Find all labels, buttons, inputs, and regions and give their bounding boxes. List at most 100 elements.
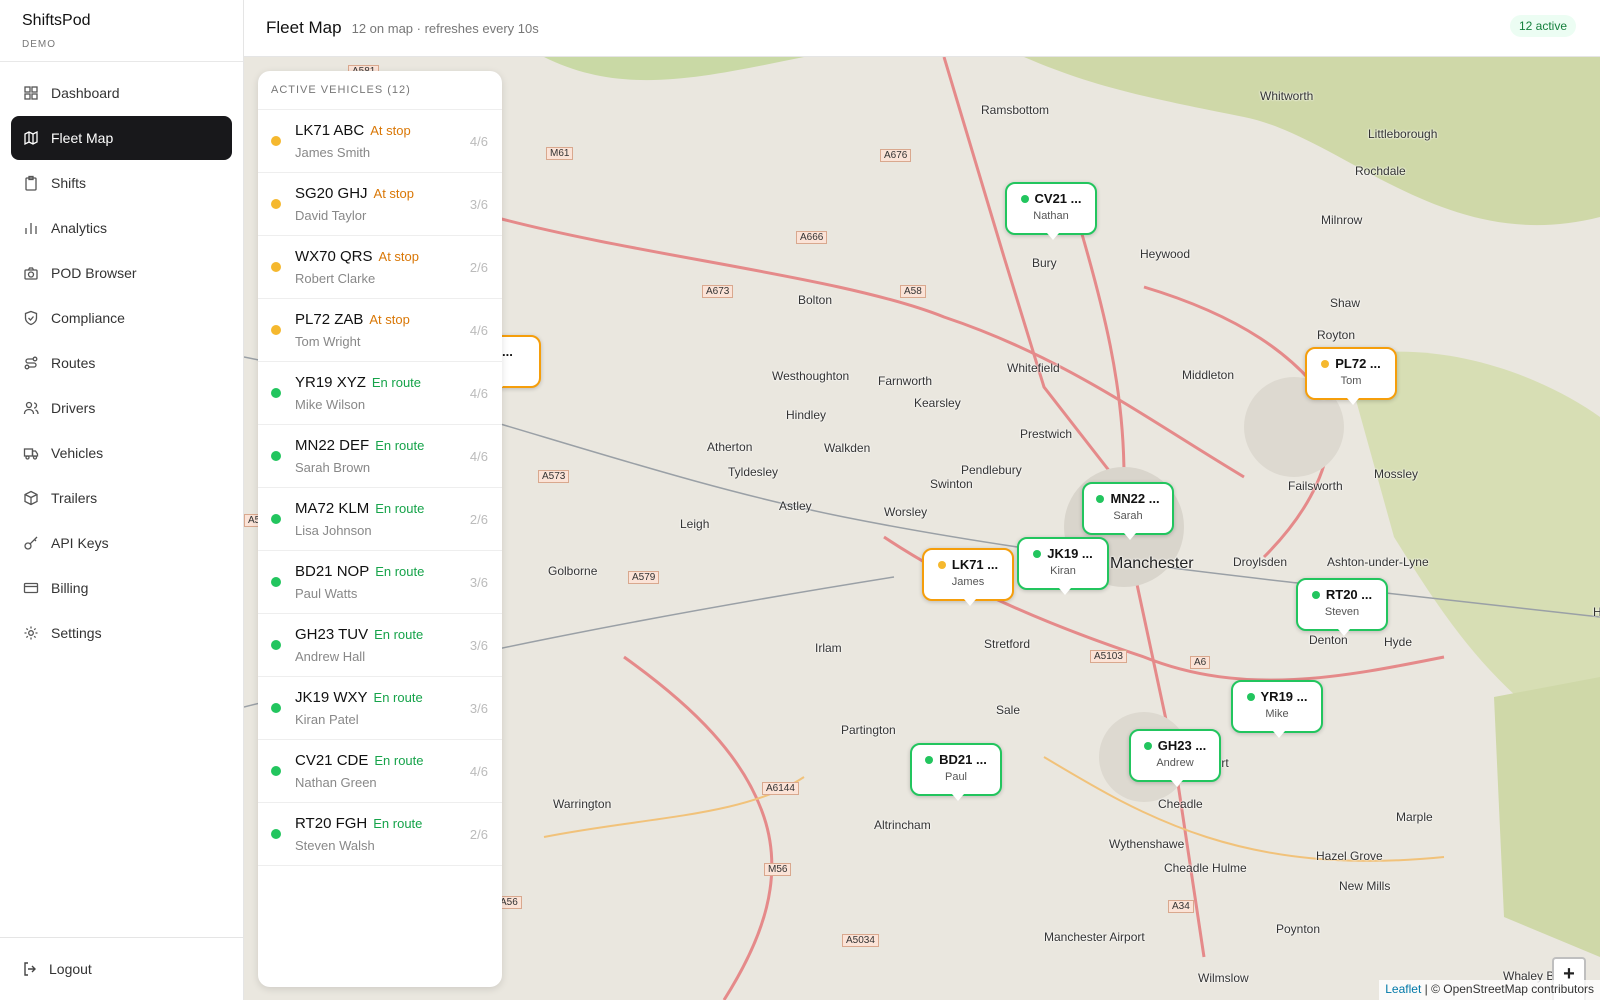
marker-label-row: GH23 ...: [1131, 738, 1219, 753]
vehicle-list-item[interactable]: WX70 QRS At stop Robert Clarke 2/6: [258, 236, 502, 299]
vehicle-info: WX70 QRS At stop Robert Clarke: [295, 248, 419, 286]
vehicle-list-item[interactable]: RT20 FGH En route Steven Walsh 2/6: [258, 803, 502, 866]
grid-icon: [24, 86, 38, 100]
map-place-label: Wilmslow: [1198, 971, 1249, 985]
logout-button[interactable]: Logout: [0, 937, 243, 1000]
vehicle-list-item[interactable]: MN22 DEF En route Sarah Brown 4/6: [258, 425, 502, 488]
vehicle-list-item[interactable]: SG20 GHJ At stop David Taylor 3/6: [258, 173, 502, 236]
marker-label-row: YR19 ...: [1233, 689, 1321, 704]
vehicle-driver: Mike Wilson: [295, 397, 366, 412]
vehicle-plate: RT20 FGH: [295, 815, 368, 832]
marker-driver: Tom: [1340, 375, 1362, 387]
vehicle-marker[interactable]: MN22 ... Sarah: [1082, 482, 1174, 540]
sidebar-item-fleet-map[interactable]: Fleet Map: [11, 116, 232, 160]
marker-plate: MN22 ...: [1110, 491, 1160, 506]
marker-label-row: LK71 ...: [924, 557, 1012, 572]
map-place-label: Littleborough: [1368, 127, 1438, 141]
vehicle-status: At stop: [378, 249, 419, 264]
sidebar-item-compliance[interactable]: Compliance: [11, 296, 232, 340]
vehicle-info: LK71 ABC At stop James Smith: [295, 122, 411, 160]
gear-icon: [24, 626, 38, 640]
vehicle-list-item[interactable]: LK71 ABC At stop James Smith 4/6: [258, 110, 502, 173]
sidebar-nav: Dashboard Fleet Map Shifts Analytics POD Bro…: [0, 62, 243, 655]
map-place-label: Whitefield: [1007, 361, 1060, 375]
vehicle-list-item[interactable]: CV21 CDE En route Nathan Green 4/6: [258, 740, 502, 803]
map-attribution: Leaflet | © OpenStreetMap contributors: [1379, 980, 1600, 1000]
status-dot: [271, 325, 281, 335]
key-icon: [24, 536, 38, 550]
vehicle-list-item[interactable]: PL72 ZAB At stop Tom Wright 4/6: [258, 299, 502, 362]
vehicle-plate: MA72 KLM: [295, 500, 370, 517]
map-road-label: A573: [538, 470, 570, 483]
sidebar-item-routes[interactable]: Routes: [11, 341, 232, 385]
sidebar-item-label: Billing: [51, 580, 89, 596]
map-place-label: Westhoughton: [772, 369, 850, 383]
vehicle-plate: CV21 CDE: [295, 752, 369, 769]
vehicle-info: CV21 CDE En route Nathan Green: [295, 752, 424, 790]
vehicle-driver: Nathan Green: [295, 775, 377, 790]
marker-plate: JK19 ...: [1047, 546, 1093, 561]
map-place-label: Poynton: [1276, 922, 1321, 936]
sidebar-item-trailers[interactable]: Trailers: [11, 476, 232, 520]
sidebar-item-api-keys[interactable]: API Keys: [11, 521, 232, 565]
sidebar-item-settings[interactable]: Settings: [11, 611, 232, 655]
vehicle-marker[interactable]: YR19 ... Mike: [1231, 680, 1323, 738]
sidebar-item-drivers[interactable]: Drivers: [11, 386, 232, 430]
sidebar-item-billing[interactable]: Billing: [11, 566, 232, 610]
stop-progress: 4/6: [469, 323, 488, 338]
bar-chart-icon: [25, 223, 37, 234]
vehicle-list-item[interactable]: JK19 WXY En route Kiran Patel 3/6: [258, 677, 502, 740]
vehicle-driver: Paul Watts: [295, 586, 358, 601]
map-place-label: Irlam: [815, 641, 842, 655]
vehicle-marker[interactable]: CV21 ... Nathan: [1005, 182, 1097, 240]
map-place-label: Atherton: [707, 440, 753, 454]
sidebar-item-label: Dashboard: [51, 85, 120, 101]
stop-progress: 3/6: [469, 701, 488, 716]
map-place-label: Heywood: [1140, 247, 1191, 261]
marker-driver: Kiran: [1050, 565, 1076, 577]
map-place-label: Hazel Grove: [1316, 849, 1383, 863]
vehicle-marker[interactable]: RT20 ... Steven: [1296, 578, 1388, 636]
vehicle-list-item[interactable]: YR19 XYZ En route Mike Wilson 4/6: [258, 362, 502, 425]
status-dot: [271, 199, 281, 209]
marker-plate: RT20 ...: [1325, 587, 1373, 602]
sidebar-item-analytics[interactable]: Analytics: [11, 206, 232, 250]
vehicle-marker[interactable]: JK19 ... Kiran: [1017, 537, 1109, 595]
map-place-label: Partington: [841, 723, 896, 737]
brand: ShiftsPod DEMO: [0, 0, 243, 62]
vehicle-status: En route: [373, 690, 423, 705]
sidebar-item-label: Vehicles: [51, 445, 104, 461]
map-road-label: A579: [628, 571, 660, 584]
map-place-label: Walkden: [824, 441, 871, 455]
leaflet-link[interactable]: Leaflet: [1385, 982, 1421, 996]
map-road-label: A5103: [1090, 650, 1127, 663]
vehicle-marker[interactable]: BD21 ... Paul: [910, 743, 1002, 801]
vehicle-list-item[interactable]: GH23 TUV En route Andrew Hall 3/6: [258, 614, 502, 677]
vehicle-marker[interactable]: GH23 ... Andrew: [1129, 729, 1221, 787]
marker-label-row: BD21 ...: [912, 752, 1000, 767]
sidebar-item-vehicles[interactable]: Vehicles: [11, 431, 232, 475]
marker-plate: LK71 ...: [951, 557, 999, 572]
vehicle-driver: Sarah Brown: [295, 460, 371, 475]
sidebar-item-dashboard[interactable]: Dashboard: [11, 71, 232, 115]
active-vehicles-panel: ACTIVE VEHICLES (12) LK71 ABC At stop Jame…: [258, 71, 502, 987]
box-icon: [24, 490, 38, 506]
map-road-label: M61: [546, 147, 574, 160]
vehicle-plate: MN22 DEF: [295, 437, 370, 454]
map-road-label: A673: [702, 285, 734, 298]
sidebar-item-shifts[interactable]: Shifts: [11, 161, 232, 205]
sidebar-item-label: Settings: [51, 625, 102, 641]
vehicle-marker[interactable]: LK71 ... James: [922, 548, 1014, 606]
stop-progress: 2/6: [469, 260, 488, 275]
map-place-label: Shaw: [1330, 296, 1361, 310]
map-place-label: Worsley: [884, 505, 928, 519]
sidebar-item-pod-browser[interactable]: POD Browser: [11, 251, 232, 295]
vehicle-marker[interactable]: PL72 ... Tom: [1305, 347, 1397, 405]
status-dot: [1143, 741, 1152, 750]
vehicle-list-item[interactable]: MA72 KLM En route Lisa Johnson 2/6: [258, 488, 502, 551]
vehicle-driver: Tom Wright: [295, 334, 361, 349]
vehicle-status: En route: [374, 753, 424, 768]
map-place-label: Droylsden: [1233, 555, 1288, 569]
logout-label: Logout: [49, 961, 92, 977]
vehicle-list-item[interactable]: BD21 NOP En route Paul Watts 3/6: [258, 551, 502, 614]
